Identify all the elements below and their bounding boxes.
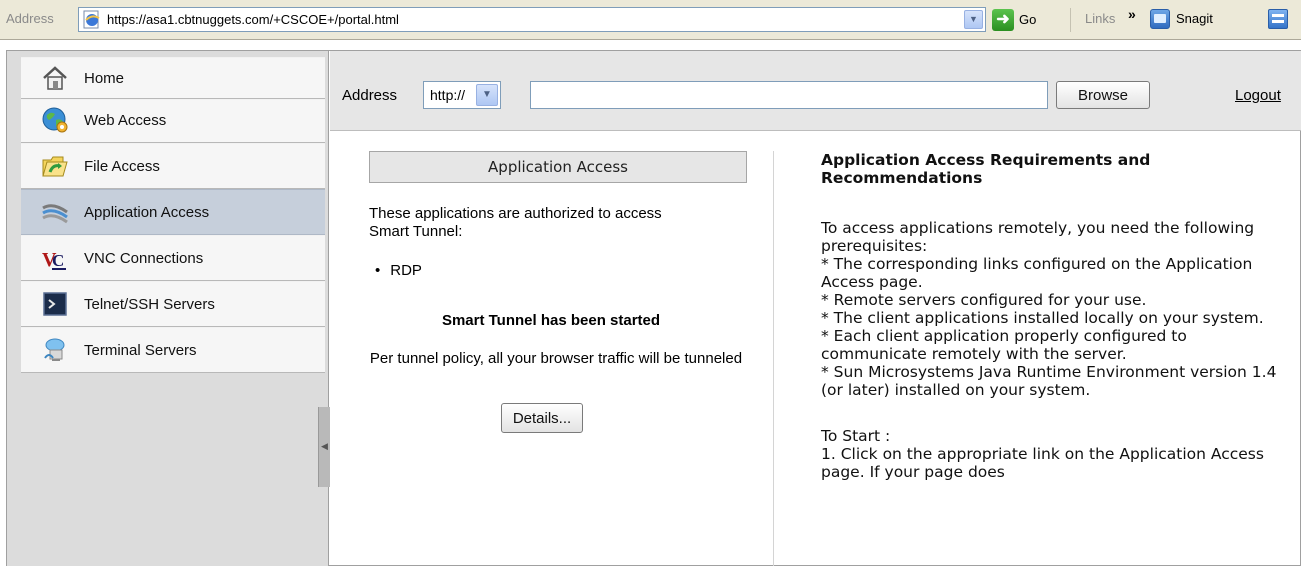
requirements-line: * Sun Microsystems Java Runtime Environm… xyxy=(821,363,1277,399)
snagit-icon xyxy=(1150,9,1170,29)
requirements-line: * Each client application properly confi… xyxy=(821,327,1187,363)
go-button[interactable]: ➜ Go xyxy=(992,8,1072,32)
globe-icon xyxy=(42,107,68,133)
home-icon xyxy=(43,66,67,90)
requirements-title: Application Access Requirements and Reco… xyxy=(821,151,1151,187)
panel-heading: Application Access xyxy=(369,151,747,183)
sidebar-item-label: Terminal Servers xyxy=(84,342,197,359)
authorized-apps-list: RDP xyxy=(375,262,422,279)
browser-url-text: https://asa1.cbtnuggets.com/+CSCOE+/port… xyxy=(107,12,399,27)
folder-icon xyxy=(42,156,68,177)
ie-page-icon xyxy=(83,10,100,29)
sidebar-item-label: File Access xyxy=(84,158,160,175)
sidebar-item-label: Web Access xyxy=(84,112,167,129)
toolbar-divider xyxy=(1070,8,1071,32)
go-label: Go xyxy=(1019,12,1037,27)
tunnel-policy-text: Per tunnel policy, all your browser traf… xyxy=(369,350,743,367)
links-label[interactable]: Links xyxy=(1085,11,1115,26)
toolbar-window-icon[interactable] xyxy=(1268,9,1288,29)
sidebar: Home Web Access File Access Application … xyxy=(7,51,330,566)
terminal-server-icon xyxy=(44,338,65,361)
snagit-label: Snagit xyxy=(1176,11,1213,26)
panel-divider xyxy=(773,151,774,566)
sidebar-item-vnc-connections[interactable]: V C VNC Connections xyxy=(21,235,325,281)
sidebar-collapse-handle[interactable]: ◀ xyxy=(318,407,330,487)
authorized-apps-intro: These applications are authorized to acc… xyxy=(369,205,662,240)
address-bar-label: Address xyxy=(6,11,54,26)
browser-address-bar: Address https://asa1.cbtnuggets.com/+CSC… xyxy=(0,0,1301,40)
requirements-line: * The corresponding links configured on … xyxy=(821,255,1253,291)
sidebar-item-label: Home xyxy=(84,70,125,87)
smart-tunnel-status: Smart Tunnel has been started xyxy=(441,312,661,329)
collapse-arrow-icon: ◀ xyxy=(321,441,328,451)
requirements-line: To access applications remotely, you nee… xyxy=(821,219,1255,255)
to-start-title: To Start : xyxy=(821,427,891,445)
terminal-icon xyxy=(43,292,67,316)
list-item: RDP xyxy=(375,262,422,279)
sidebar-item-telnet-ssh[interactable]: Telnet/SSH Servers xyxy=(21,281,325,327)
details-button[interactable]: Details... xyxy=(501,403,583,433)
logout-link[interactable]: Logout xyxy=(1235,87,1301,104)
portal-url-input[interactable] xyxy=(530,81,1048,109)
portal-toolbar: Address http:// ▼ Browse Logout xyxy=(330,51,1301,131)
protocol-value: http:// xyxy=(430,87,466,103)
network-cable-icon xyxy=(42,204,68,224)
application-access-panel: Application Access These applications ar… xyxy=(330,132,772,566)
chevron-down-icon[interactable]: ▼ xyxy=(476,84,498,106)
requirements-panel: Application Access Requirements and Reco… xyxy=(821,151,1281,481)
browser-url-field[interactable]: https://asa1.cbtnuggets.com/+CSCOE+/port… xyxy=(78,7,986,32)
start-step: 1. Click on the appropriate link on the … xyxy=(821,445,1264,481)
snagit-button[interactable]: Snagit xyxy=(1150,7,1250,33)
sidebar-item-label: Application Access xyxy=(84,204,210,221)
browse-button[interactable]: Browse xyxy=(1056,81,1150,109)
vnc-icon: V C xyxy=(42,249,66,271)
portal-frame: Home Web Access File Access Application … xyxy=(6,50,1301,566)
sidebar-nav: Home Web Access File Access Application … xyxy=(21,57,325,373)
chevron-down-icon[interactable]: ▼ xyxy=(964,10,983,29)
sidebar-item-file-access[interactable]: File Access xyxy=(21,143,325,189)
requirements-line: * The client applications installed loca… xyxy=(821,309,1264,327)
protocol-select[interactable]: http:// ▼ xyxy=(423,81,501,109)
requirements-body: To access applications remotely, you nee… xyxy=(821,219,1281,399)
sidebar-item-terminal-servers[interactable]: Terminal Servers xyxy=(21,327,325,373)
go-arrow-icon: ➜ xyxy=(992,9,1014,31)
portal-address-label: Address xyxy=(342,87,398,104)
sidebar-item-label: Telnet/SSH Servers xyxy=(84,296,215,313)
svg-text:C: C xyxy=(52,251,64,270)
sidebar-item-application-access[interactable]: Application Access xyxy=(21,189,325,235)
more-links-chevron-icon[interactable]: » xyxy=(1128,6,1136,22)
requirements-line: * Remote servers configured for your use… xyxy=(821,291,1147,309)
sidebar-item-home[interactable]: Home xyxy=(21,57,325,99)
sidebar-item-web-access[interactable]: Web Access xyxy=(21,99,325,143)
sidebar-item-label: VNC Connections xyxy=(84,250,204,267)
